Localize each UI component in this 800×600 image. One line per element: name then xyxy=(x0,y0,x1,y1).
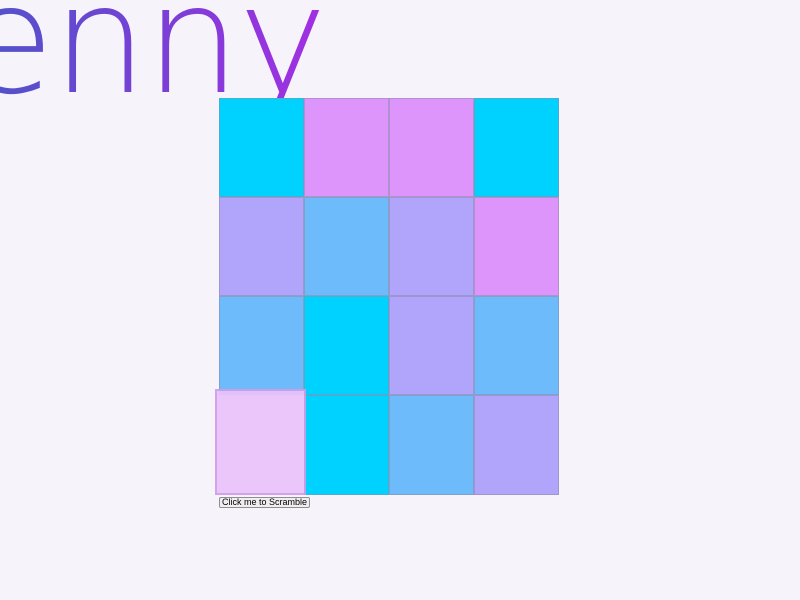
tile-r0-c3[interactable] xyxy=(474,98,559,197)
tile-r2-c1[interactable] xyxy=(304,296,389,395)
tile-grid xyxy=(215,98,559,495)
tile-r0-c2[interactable] xyxy=(389,98,474,197)
tile-r0-c1[interactable] xyxy=(304,98,389,197)
tile-r0-c0[interactable] xyxy=(219,98,304,197)
tile-r2-c2[interactable] xyxy=(389,296,474,395)
tile-r3-c0[interactable] xyxy=(215,389,306,495)
tile-r1-c3[interactable] xyxy=(474,197,559,296)
app-stage: enny Click me to Scramble xyxy=(0,0,800,600)
tile-r3-c2[interactable] xyxy=(389,395,474,495)
tile-r1-c2[interactable] xyxy=(389,197,474,296)
tile-r3-c1[interactable] xyxy=(304,395,389,495)
scramble-button[interactable]: Click me to Scramble xyxy=(219,497,311,508)
tile-r1-c0[interactable] xyxy=(219,197,304,296)
tile-r2-c3[interactable] xyxy=(474,296,559,395)
tile-r3-c3[interactable] xyxy=(474,395,559,495)
tile-r2-c0[interactable] xyxy=(219,296,304,395)
tile-r1-c1[interactable] xyxy=(304,197,389,296)
